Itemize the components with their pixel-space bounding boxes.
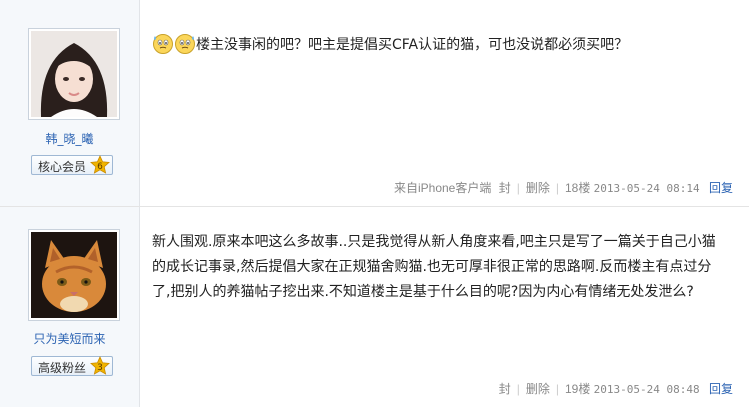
member-badge[interactable]: 核心会员 6	[31, 155, 113, 175]
timestamp: 2013-05-24 08:48	[593, 383, 700, 396]
level-star-icon: 3	[90, 356, 110, 375]
avatar-frame[interactable]	[28, 28, 120, 120]
avatar-frame[interactable]	[28, 229, 120, 321]
seal-button[interactable]: 封	[499, 382, 511, 396]
post-content: 新人围观.原来本吧这么多故事..只是我觉得从新人角度来看,吧主只是写了一篇关于自…	[152, 230, 722, 305]
reply-button[interactable]: 回复	[709, 382, 733, 396]
floor-number: 19楼	[564, 382, 591, 396]
post-meta: 封 | 删除 | 19楼 2013-05-24 08:48 回复	[498, 382, 733, 396]
username[interactable]: 只为美短而来	[0, 330, 139, 347]
post-text: 新人围观.原来本吧这么多故事..只是我觉得从新人角度来看,吧主只是写了一篇关于自…	[152, 234, 716, 300]
delete-button[interactable]: 删除	[526, 382, 550, 396]
post-18: 韩_晓_曦 核心会员 6 楼主没事闲的吧？吧主是提倡买CFA认证的猫，可也没说都…	[0, 0, 749, 207]
client-source: 来自iPhone客户端	[393, 181, 492, 195]
avatar[interactable]	[31, 232, 117, 318]
username[interactable]: 韩_晓_曦	[0, 130, 139, 147]
reply-button[interactable]: 回复	[709, 181, 733, 195]
post-meta: 来自iPhone客户端 封 | 删除 | 18楼 2013-05-24 08:14 回复	[393, 181, 733, 195]
post-text: 楼主没事闲的吧？吧主是提倡买CFA认证的猫，可也没说都必须买吧？	[196, 37, 629, 53]
delete-button[interactable]: 删除	[526, 181, 550, 195]
badge-level-number: 6	[97, 162, 103, 172]
badge-label: 核心会员	[38, 160, 87, 174]
sweat-face-icon	[175, 34, 195, 54]
avatar[interactable]	[31, 31, 117, 117]
seal-button[interactable]: 封	[499, 181, 511, 195]
member-badge[interactable]: 高级粉丝 3	[31, 356, 113, 376]
post-content: 楼主没事闲的吧？吧主是提倡买CFA认证的猫，可也没说都必须买吧？	[152, 32, 735, 57]
timestamp: 2013-05-24 08:14	[593, 182, 700, 195]
badge-level-number: 3	[97, 363, 103, 373]
badge-label: 高级粉丝	[38, 361, 87, 375]
floor-number: 18楼	[564, 181, 591, 195]
level-star-icon: 6	[90, 155, 110, 174]
sweat-face-icon	[153, 34, 173, 54]
